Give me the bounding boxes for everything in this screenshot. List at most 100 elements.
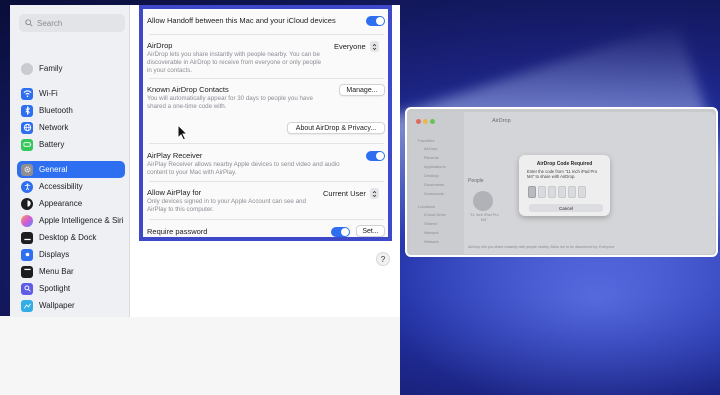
airplay-receiver-title: AirPlay Receiver bbox=[147, 151, 203, 160]
sidebar-item-label: Desktop & Dock bbox=[39, 233, 97, 242]
display-icon bbox=[21, 248, 33, 261]
airdrop-video-overlay: Favorites AirDrop Recents Applications D… bbox=[405, 107, 718, 257]
airdrop-code-dialog: AirDrop Code Required Enter the code fro… bbox=[519, 155, 610, 216]
globe-icon bbox=[21, 121, 33, 134]
sidebar-item-general[interactable]: General bbox=[17, 161, 125, 178]
dock-icon bbox=[21, 231, 33, 244]
code-digit-field[interactable] bbox=[528, 186, 536, 198]
sidebar-item-desktop-dock[interactable]: Desktop & Dock bbox=[17, 229, 125, 246]
search-placeholder: Search bbox=[37, 18, 63, 28]
airdrop-handoff-panel: Allow Handoff between this Mac and your … bbox=[139, 5, 392, 241]
handoff-label: Allow Handoff between this Mac and your … bbox=[147, 16, 336, 25]
airdrop-description: AirDrop lets you share instantly with pe… bbox=[147, 51, 322, 74]
device-avatar[interactable] bbox=[473, 191, 493, 211]
sidebar-item-family[interactable]: Family bbox=[17, 60, 125, 77]
code-digit-field[interactable] bbox=[578, 186, 586, 198]
sidebar-item-siri[interactable]: Apple Intelligence & Siri bbox=[17, 212, 125, 229]
sidebar-item-label: Family bbox=[39, 64, 63, 73]
sidebar-item-label: Menu Bar bbox=[39, 267, 74, 276]
sidebar-item-spotlight[interactable]: Spotlight bbox=[17, 280, 125, 297]
finder-sidebar-item[interactable]: Shared bbox=[424, 221, 437, 226]
sidebar-item-appearance[interactable]: Appearance bbox=[17, 195, 125, 212]
airdrop-footer-text: AirDrop lets you share instantly with pe… bbox=[468, 245, 615, 249]
allow-airplay-popup[interactable]: Current User bbox=[323, 188, 379, 199]
code-input-group[interactable] bbox=[528, 186, 586, 198]
sidebar-item-accessibility[interactable]: Accessibility bbox=[17, 178, 125, 195]
spotlight-icon bbox=[21, 282, 33, 295]
allow-airplay-description: Only devices signed in to your Apple Acc… bbox=[147, 198, 306, 213]
sidebar-item-displays[interactable]: Displays bbox=[17, 246, 125, 263]
minimize-window-icon[interactable] bbox=[423, 119, 428, 124]
sidebar-item-battery[interactable]: Battery bbox=[17, 136, 125, 153]
cancel-button[interactable]: Cancel bbox=[529, 204, 603, 212]
finder-sidebar-item[interactable]: AirDrop bbox=[424, 146, 438, 151]
handoff-toggle[interactable] bbox=[366, 16, 385, 26]
close-window-icon[interactable] bbox=[416, 119, 421, 124]
finder-sidebar-item[interactable]: Network bbox=[424, 239, 439, 244]
airplay-receiver-description: AirPlay Receiver allows nearby Apple dev… bbox=[147, 161, 340, 176]
sidebar-item-wallpaper[interactable]: Wallpaper bbox=[17, 297, 125, 314]
divider bbox=[149, 34, 384, 35]
sidebar-item-bluetooth[interactable]: Bluetooth bbox=[17, 102, 125, 119]
settings-sidebar: Search Family Wi-Fi Bluetooth Network Ba… bbox=[10, 5, 130, 317]
set-password-button[interactable]: Set... bbox=[356, 225, 385, 237]
popup-value: Current User bbox=[323, 189, 366, 198]
airdrop-visibility-popup[interactable]: Everyone bbox=[334, 41, 379, 52]
airdrop-title: AirDrop bbox=[147, 41, 173, 50]
finder-sidebar-section: Favorites bbox=[418, 138, 435, 143]
require-password-toggle[interactable] bbox=[331, 227, 350, 237]
finder-sidebar-section: Locations bbox=[418, 204, 436, 209]
family-icon bbox=[21, 62, 33, 75]
finder-sidebar-item[interactable]: Downloads bbox=[424, 191, 444, 196]
sidebar-item-menu-bar[interactable]: Menu Bar bbox=[17, 263, 125, 280]
help-button[interactable]: ? bbox=[376, 252, 390, 266]
manage-button[interactable]: Manage... bbox=[339, 84, 385, 96]
settings-content: Allow Handoff between this Mac and your … bbox=[131, 5, 400, 317]
finder-sidebar-item[interactable]: Recents bbox=[424, 155, 439, 160]
window-footer-area bbox=[0, 316, 400, 395]
about-airdrop-privacy-button[interactable]: About AirDrop & Privacy... bbox=[287, 122, 385, 134]
code-digit-field[interactable] bbox=[568, 186, 576, 198]
divider bbox=[149, 78, 384, 79]
finder-sidebar-item[interactable]: Documents bbox=[424, 182, 444, 187]
allow-airplay-title: Allow AirPlay for bbox=[147, 188, 202, 197]
accessibility-icon bbox=[21, 180, 33, 193]
zoom-window-icon[interactable] bbox=[430, 119, 435, 124]
sidebar-item-label: Battery bbox=[39, 140, 65, 149]
sidebar-item-label: Accessibility bbox=[39, 182, 83, 191]
sidebar-item-wifi[interactable]: Wi-Fi bbox=[17, 85, 125, 102]
search-icon bbox=[25, 19, 33, 27]
code-digit-field[interactable] bbox=[538, 186, 546, 198]
finder-sidebar-item[interactable]: iCloud Drive bbox=[424, 212, 446, 217]
sidebar-item-label: Wi-Fi bbox=[39, 89, 58, 98]
sidebar-item-label: Appearance bbox=[39, 199, 83, 208]
settings-window: Search Family Wi-Fi Bluetooth Network Ba… bbox=[10, 5, 400, 317]
wifi-icon bbox=[21, 87, 33, 100]
appearance-icon bbox=[21, 197, 33, 210]
sidebar-item-label: General bbox=[39, 165, 68, 174]
search-input[interactable]: Search bbox=[19, 14, 125, 32]
people-heading: People bbox=[468, 178, 484, 184]
finder-sidebar-item[interactable]: Network bbox=[424, 230, 439, 235]
known-contacts-title: Known AirDrop Contacts bbox=[147, 85, 229, 94]
finder-sidebar-item[interactable]: Desktop bbox=[424, 173, 439, 178]
wallpaper-icon bbox=[21, 299, 33, 312]
require-password-title: Require password bbox=[147, 227, 208, 236]
code-digit-field[interactable] bbox=[558, 186, 566, 198]
sidebar-item-network[interactable]: Network bbox=[17, 119, 125, 136]
sidebar-item-label: Bluetooth bbox=[39, 106, 73, 115]
dialog-message: Enter the code from "11 Inch iPad Pro M4… bbox=[527, 169, 598, 179]
finder-sidebar-item[interactable]: Applications bbox=[424, 164, 446, 169]
sidebar-item-label: Displays bbox=[39, 250, 70, 259]
divider bbox=[149, 219, 384, 220]
divider bbox=[149, 181, 384, 182]
chevron-updown-icon bbox=[369, 41, 379, 52]
airplay-receiver-toggle[interactable] bbox=[366, 151, 385, 161]
dialog-title: AirDrop Code Required bbox=[536, 161, 593, 167]
sidebar-item-label: Apple Intelligence & Siri bbox=[39, 216, 124, 225]
gear-icon bbox=[21, 163, 33, 176]
code-digit-field[interactable] bbox=[548, 186, 556, 198]
divider bbox=[149, 143, 384, 144]
sidebar-item-label: Network bbox=[39, 123, 69, 132]
device-name: "11 Inch iPad Pro M4" bbox=[469, 213, 499, 222]
